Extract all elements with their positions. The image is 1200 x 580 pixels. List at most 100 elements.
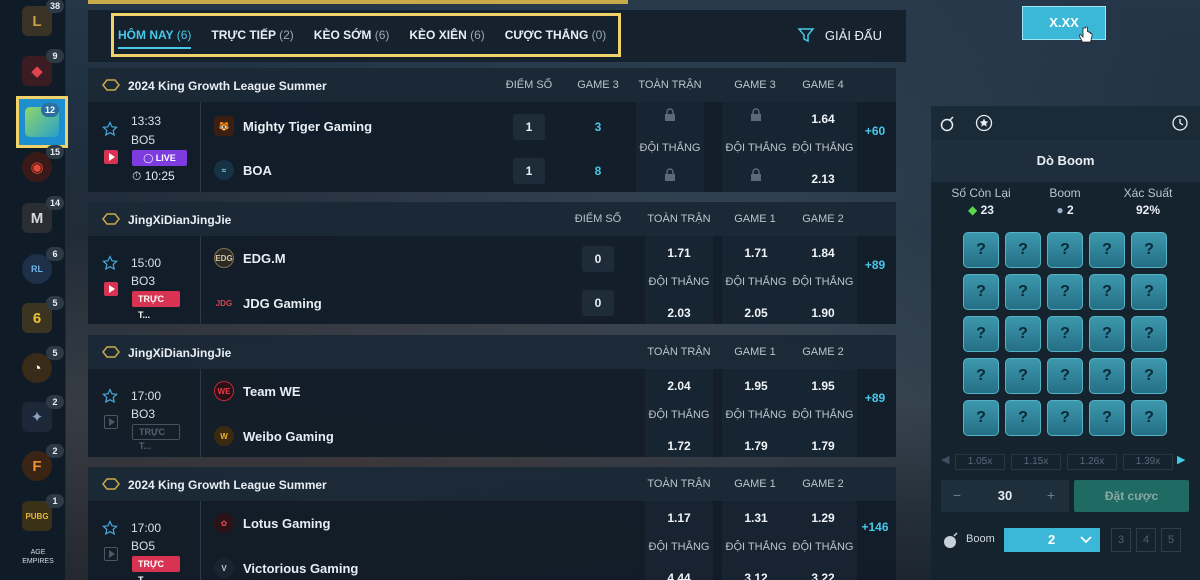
boom-option[interactable]: 5 (1161, 528, 1181, 552)
decrease-button[interactable]: − (947, 487, 967, 503)
tab-parlay[interactable]: KÈO XIÊN (6) (409, 28, 484, 42)
star-circle-icon[interactable] (975, 114, 993, 132)
mine-tile[interactable]: ? (1047, 400, 1083, 436)
tab-early[interactable]: KÈO SỚM (6) (314, 28, 390, 42)
odds-value[interactable]: 2.04 (645, 379, 713, 393)
mine-tile[interactable]: ? (1005, 358, 1041, 394)
league-name: JingXiDianJingJie (128, 213, 232, 227)
favorite-star-icon[interactable] (102, 255, 118, 271)
odds-column: 1.95 ĐỘI THẮNG 1.79 (722, 369, 790, 457)
rainbow-six-icon[interactable]: 65 (22, 296, 64, 333)
game-count-badge: 9 (46, 49, 64, 63)
mine-tile[interactable]: ? (1131, 232, 1167, 268)
odds-value[interactable]: 3.12 (722, 571, 790, 580)
dota-icon[interactable]: ◉ 15 (22, 145, 64, 182)
odds-value[interactable]: 2.05 (722, 306, 790, 320)
mine-tile[interactable]: ? (1047, 316, 1083, 352)
mine-tile[interactable]: ? (1005, 316, 1041, 352)
odds-value[interactable]: 4.44 (645, 571, 713, 580)
odds-value[interactable]: 2.03 (645, 306, 713, 320)
game-count-badge: 38 (46, 0, 64, 13)
odds-value[interactable]: 1.71 (722, 246, 790, 260)
mine-tile[interactable]: ? (1005, 400, 1041, 436)
mine-tile[interactable]: ? (1089, 316, 1125, 352)
starcraft-icon[interactable]: ✦ 2 (22, 395, 64, 432)
win-label: ĐỘI THẮNG (792, 142, 854, 154)
increase-button[interactable]: + (1041, 487, 1061, 503)
boom-option[interactable]: 3 (1111, 528, 1131, 552)
play-stream-icon[interactable] (104, 282, 118, 296)
mine-tile[interactable]: ? (1047, 358, 1083, 394)
mine-tile[interactable]: ? (963, 316, 999, 352)
odds-value[interactable]: 1.79 (789, 439, 857, 453)
odds-value[interactable]: 3.22 (789, 571, 857, 580)
odds-value[interactable]: 1.29 (789, 511, 857, 525)
mine-tile[interactable]: ? (1047, 232, 1083, 268)
match-time-block: 13:33 BO5 ◯ LIVE ⏱ 10:25 (102, 102, 202, 192)
mine-tile[interactable]: ? (1005, 274, 1041, 310)
favorite-star-icon[interactable] (102, 388, 118, 404)
league-of-legends-icon[interactable]: L 38 (22, 0, 64, 36)
score-box: 1 (513, 114, 545, 140)
mine-tile[interactable]: ? (1131, 358, 1167, 394)
mobile-legends-icon[interactable]: M 14 (22, 196, 64, 233)
mine-tile[interactable]: ? (1131, 316, 1167, 352)
odds-value[interactable]: 1.90 (789, 306, 857, 320)
team-we-logo-icon: WE (214, 381, 234, 401)
favorite-star-icon[interactable] (102, 520, 118, 536)
free-fire-icon[interactable]: F2 (22, 444, 64, 481)
odds-value[interactable]: 1.95 (789, 379, 857, 393)
mine-tile[interactable]: ? (1089, 358, 1125, 394)
more-markets-link[interactable]: +89 (854, 258, 896, 272)
more-markets-link[interactable]: +146 (854, 520, 896, 534)
place-bet-button[interactable]: Đặt cược (1074, 480, 1189, 512)
more-markets-link[interactable]: +89 (854, 391, 896, 405)
odds-value[interactable]: 1.79 (722, 439, 790, 453)
odds-column: 1.17 ĐỘI THẮNG 4.44 (645, 501, 713, 580)
tab-today[interactable]: HÔM NAY (6) (118, 28, 192, 49)
rocket-league-icon[interactable]: RL 6 (22, 247, 64, 284)
odds-value[interactable]: 1.71 (645, 246, 713, 260)
boom-option[interactable]: 4 (1136, 528, 1156, 552)
pubg-icon[interactable]: PUBG 1 (22, 494, 64, 531)
mine-tile[interactable]: ? (1131, 274, 1167, 310)
stake-value[interactable]: 30 (985, 488, 1025, 503)
mine-tile[interactable]: ? (963, 358, 999, 394)
mine-tile[interactable]: ? (1089, 400, 1125, 436)
game-sidebar: L 38 ◆ 9 12 ◉ 15 M 14 RL 6 65 ◔ 5 ✦ 2 F2 PUBG 1 … (0, 0, 68, 580)
odds-value[interactable]: 1.31 (722, 511, 790, 525)
odds-value[interactable]: 1.95 (722, 379, 790, 393)
play-stream-icon[interactable] (104, 150, 118, 164)
mine-tile[interactable]: ? (1089, 274, 1125, 310)
overwatch-icon[interactable]: ◔ 5 (22, 346, 64, 383)
tab-live[interactable]: TRỰC TIẾP (2) (211, 28, 293, 42)
valorant-icon[interactable]: ◆ 9 (22, 49, 64, 86)
mine-tile[interactable]: ? (1005, 232, 1041, 268)
favorite-star-icon[interactable] (102, 121, 118, 137)
match-card: 2024 King Growth League Summer TOÀN TRẬN… (88, 467, 896, 580)
prev-arrow-icon[interactable]: ◀ (941, 453, 949, 466)
next-arrow-icon[interactable]: ▶ (1177, 453, 1185, 466)
odds-value[interactable]: 1.64 (789, 112, 857, 126)
mine-tile[interactable]: ? (1047, 274, 1083, 310)
more-markets-link[interactable]: +60 (854, 124, 896, 138)
odds-value[interactable]: 1.17 (645, 511, 713, 525)
boom-count-select[interactable]: 2 (1004, 528, 1100, 552)
mine-tile[interactable]: ? (963, 400, 999, 436)
age-of-empires-icon[interactable]: AGE EMPIRES (18, 548, 58, 566)
odds-value[interactable]: 1.84 (789, 246, 857, 260)
mine-tile[interactable]: ? (963, 232, 999, 268)
play-stream-icon[interactable] (104, 415, 118, 429)
bomb-icon[interactable] (939, 114, 957, 132)
tournament-button[interactable]: GIẢI ĐẤU (797, 26, 882, 44)
mine-tile[interactable]: ? (963, 274, 999, 310)
history-icon[interactable] (1171, 114, 1189, 132)
odds-value[interactable]: 2.13 (789, 172, 857, 186)
tab-winning-bets[interactable]: CƯỢC THẮNG (0) (505, 28, 607, 42)
play-stream-icon[interactable] (104, 547, 118, 561)
wild-rift-icon[interactable]: 12 (16, 96, 68, 148)
mine-tile[interactable]: ? (1131, 400, 1167, 436)
mine-tile[interactable]: ? (1089, 232, 1125, 268)
odds-value[interactable]: 1.72 (645, 439, 713, 453)
win-label: ĐỘI THẮNG (648, 276, 710, 288)
